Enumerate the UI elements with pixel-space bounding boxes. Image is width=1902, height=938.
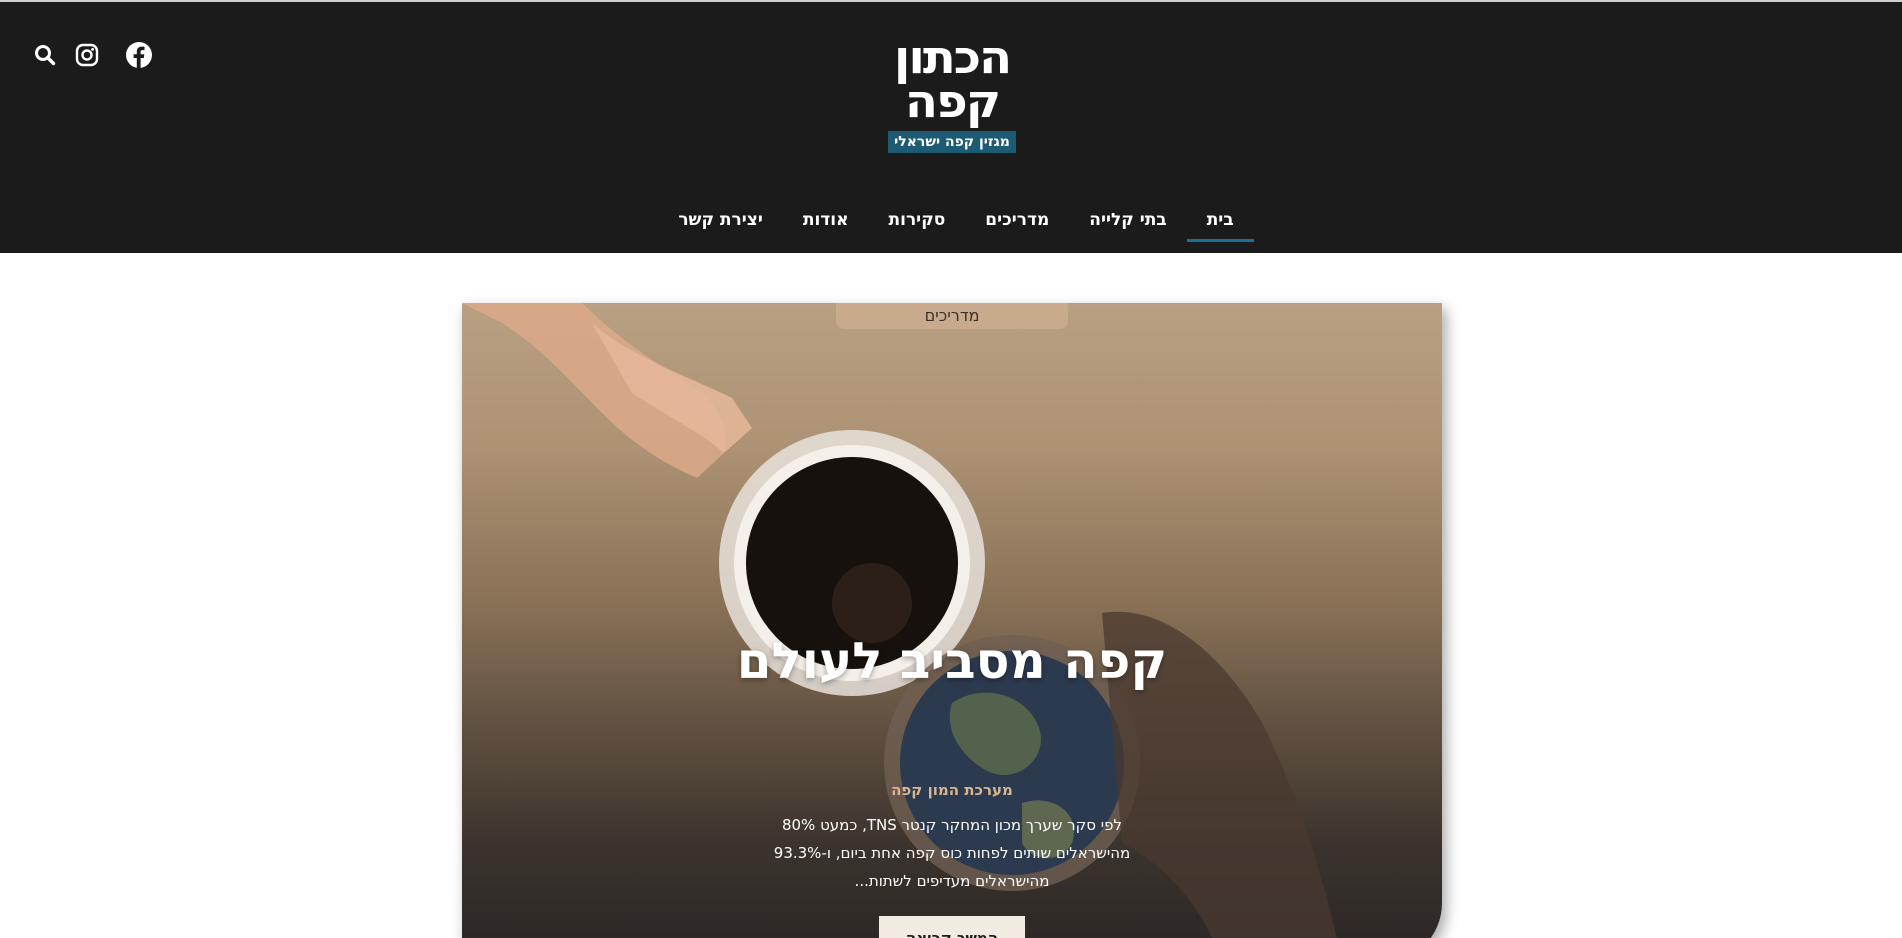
hero-card[interactable]: מדריכים קפה מסביב לעולם מערכת המון קפה ל… bbox=[462, 303, 1442, 938]
nav-item-reviews[interactable]: סקירות bbox=[869, 206, 966, 242]
main-nav: בית בתי קלייה מדריכים סקירות אודות יצירת… bbox=[0, 206, 1902, 242]
read-more-button[interactable]: המשך קריאה bbox=[879, 916, 1025, 938]
hero-author[interactable]: מערכת המון קפה bbox=[802, 781, 1102, 799]
nav-item-roasteries[interactable]: בתי קלייה bbox=[1069, 206, 1186, 242]
nav-item-home[interactable]: בית bbox=[1186, 206, 1254, 242]
logo-tagline: מגזין קפה ישראלי bbox=[888, 131, 1016, 153]
nav-item-contact[interactable]: יצירת קשר bbox=[658, 206, 783, 242]
facebook-icon[interactable] bbox=[124, 40, 154, 70]
search-icon[interactable] bbox=[30, 40, 60, 70]
nav-item-guides[interactable]: מדריכים bbox=[965, 206, 1069, 242]
nav-item-about[interactable]: אודות bbox=[783, 206, 869, 242]
site-logo[interactable]: הכתון קפה מגזין קפה ישראלי bbox=[885, 34, 1019, 153]
hero-title[interactable]: קפה מסביב לעולם bbox=[702, 633, 1202, 689]
instagram-icon[interactable] bbox=[72, 40, 102, 70]
logo-line-1: הכתון bbox=[893, 30, 1012, 84]
site-header: הכתון קפה מגזין קפה ישראלי בית בתי קלייה… bbox=[0, 0, 1902, 253]
logo-line-2: קפה bbox=[904, 74, 1001, 128]
social-icons bbox=[30, 40, 154, 70]
category-badge[interactable]: מדריכים bbox=[836, 303, 1068, 329]
hero-excerpt: לפי סקר שערך מכון המחקר קנטר TNS, כמעט 8… bbox=[773, 816, 1131, 890]
